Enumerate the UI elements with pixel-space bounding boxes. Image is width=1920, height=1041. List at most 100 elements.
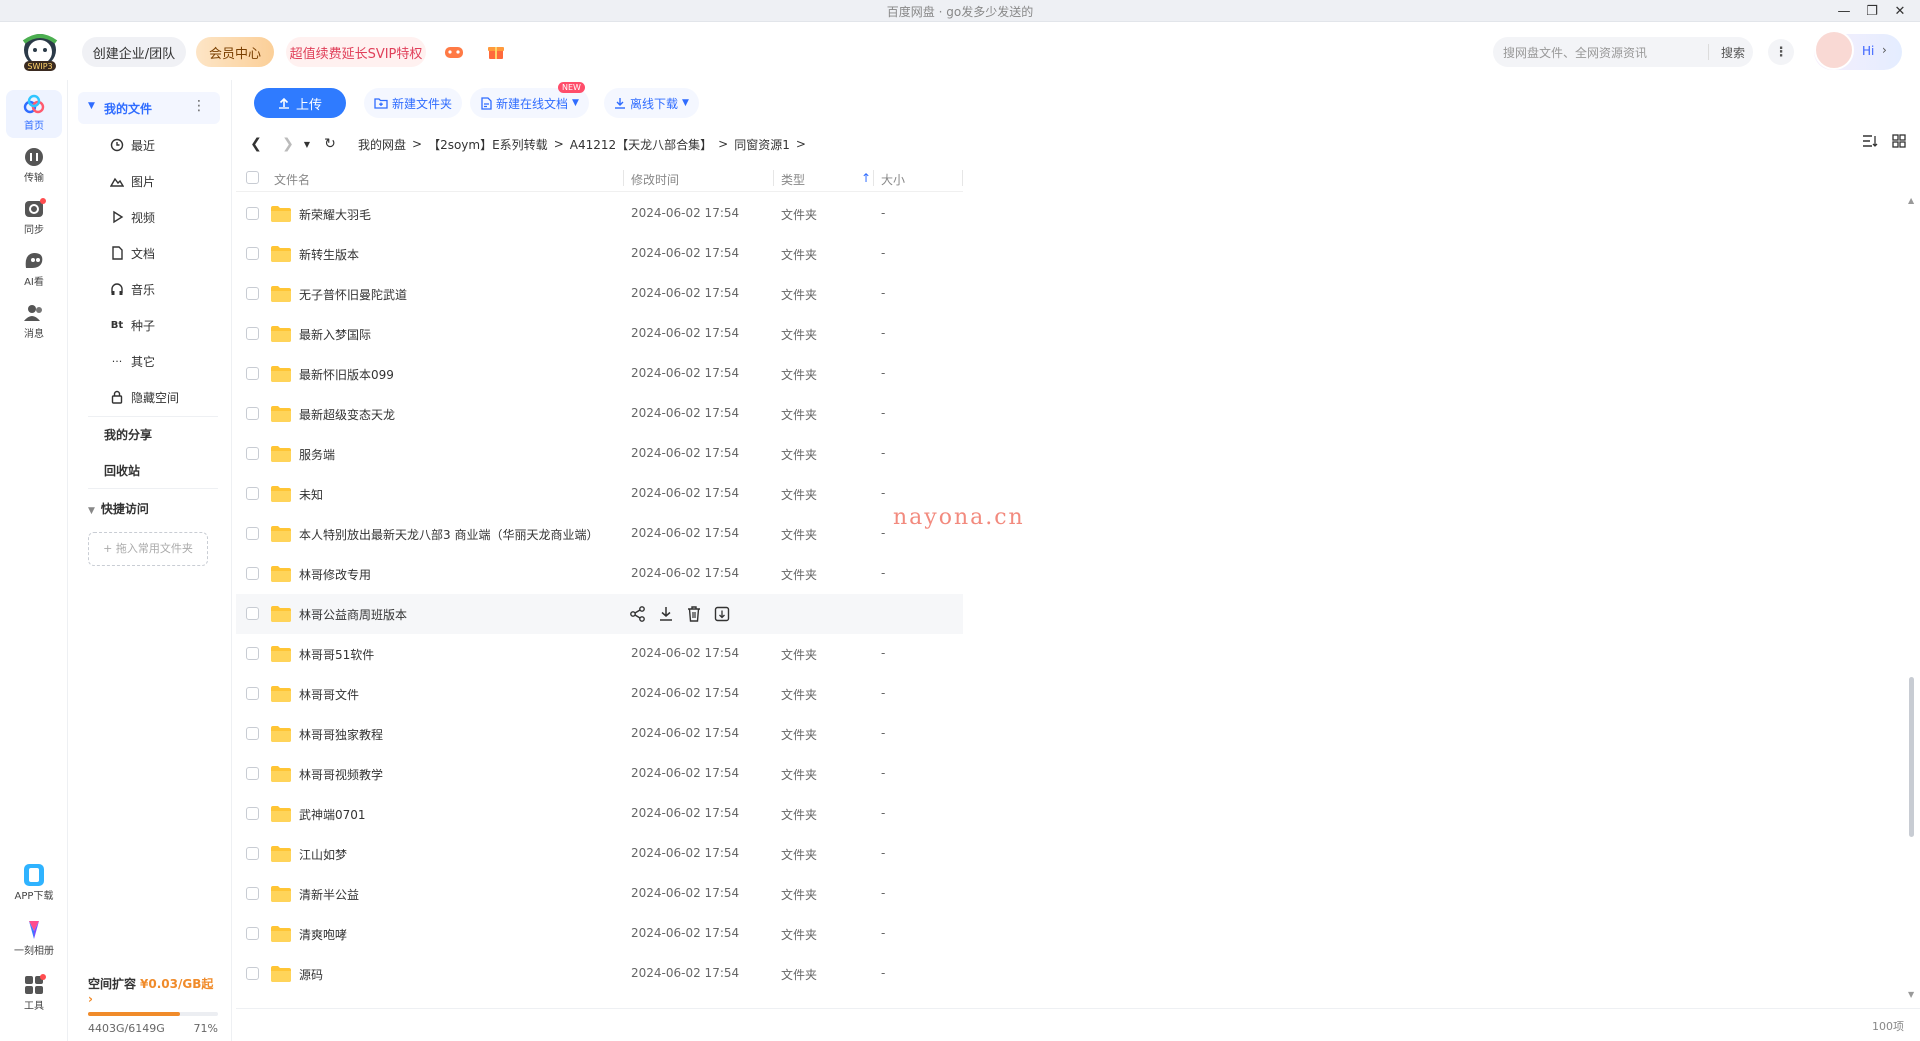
row-checkbox[interactable] <box>246 607 259 620</box>
file-name[interactable]: 武神端0701 <box>299 806 366 823</box>
back-arrow-icon[interactable]: ❮ <box>244 136 268 152</box>
row-checkbox[interactable] <box>246 647 259 660</box>
delete-icon[interactable] <box>685 605 703 623</box>
svip-promo-button[interactable]: 超值续费延长SVIP特权 <box>286 37 426 67</box>
gift-icon[interactable] <box>486 44 506 60</box>
row-checkbox[interactable] <box>246 367 259 380</box>
file-name[interactable]: 新荣耀大羽毛 <box>299 206 371 223</box>
user-profile[interactable]: Hi › <box>1814 30 1902 70</box>
rail-item-transfer[interactable]: 传输 <box>6 142 62 190</box>
row-checkbox[interactable] <box>246 207 259 220</box>
column-size[interactable]: 大小 <box>881 171 905 188</box>
table-row[interactable]: 清爽咆哮 2024-06-02 17:54 文件夹 - <box>236 914 963 954</box>
scrollbar-thumb[interactable] <box>1909 677 1914 837</box>
rail-item-app-download[interactable]: APP下载 <box>6 860 62 908</box>
file-name[interactable]: 林哥公益商周班版本 <box>299 606 407 623</box>
download-icon[interactable] <box>657 605 675 623</box>
close-icon[interactable]: ✕ <box>1886 0 1914 22</box>
row-checkbox[interactable] <box>246 327 259 340</box>
refresh-icon[interactable]: ↻ <box>318 136 342 152</box>
nav-item-music[interactable]: 音乐 <box>78 274 220 304</box>
rail-item-ai[interactable]: AI看 <box>6 246 62 294</box>
minimize-icon[interactable]: — <box>1830 0 1858 22</box>
grid-view-icon[interactable] <box>1892 134 1906 148</box>
file-name[interactable]: 林哥哥51软件 <box>299 646 374 663</box>
file-name[interactable]: 无子普怀旧曼陀武道 <box>299 286 407 303</box>
table-row[interactable]: 本人特别放出最新天龙八部3 商业端（华丽天龙商业端） 2024-06-02 17:… <box>236 514 963 554</box>
nav-item-videos[interactable]: 视频 <box>78 202 220 232</box>
column-type[interactable]: 类型 <box>781 171 805 188</box>
row-checkbox[interactable] <box>246 727 259 740</box>
row-checkbox[interactable] <box>246 287 259 300</box>
nav-item-hidden-space[interactable]: 隐藏空间 <box>78 382 220 412</box>
rail-item-home[interactable]: 首页 <box>6 90 62 138</box>
more-icon[interactable] <box>713 605 731 623</box>
table-row[interactable]: 武神端0701 2024-06-02 17:54 文件夹 - <box>236 794 963 834</box>
table-row[interactable]: 林哥哥独家教程 2024-06-02 17:54 文件夹 - <box>236 714 963 754</box>
table-row[interactable]: 林哥哥文件 2024-06-02 17:54 文件夹 - <box>236 674 963 714</box>
table-row[interactable]: 林哥公益商周班版本 <box>236 594 963 634</box>
file-name[interactable]: 最新入梦国际 <box>299 326 371 343</box>
row-checkbox[interactable] <box>246 807 259 820</box>
row-checkbox[interactable] <box>246 447 259 460</box>
restore-icon[interactable]: ❐ <box>1858 0 1886 22</box>
breadcrumb-item[interactable]: 【2soym】E系列转载 <box>428 136 548 153</box>
history-dropdown-icon[interactable]: ▼ <box>300 140 314 149</box>
row-checkbox[interactable] <box>246 407 259 420</box>
row-checkbox[interactable] <box>246 247 259 260</box>
member-center-button[interactable]: 会员中心 <box>196 37 274 67</box>
table-row[interactable]: 江山如梦 2024-06-02 17:54 文件夹 - <box>236 834 963 874</box>
nav-my-files[interactable]: ▼ 我的文件 ⋮ <box>78 92 220 124</box>
file-name[interactable]: 江山如梦 <box>299 846 347 863</box>
rail-item-message[interactable]: 消息 <box>6 298 62 346</box>
breadcrumb-item[interactable]: 同窗资源1 <box>734 136 790 153</box>
file-name[interactable]: 源码 <box>299 966 323 983</box>
file-name[interactable]: 最新超级变态天龙 <box>299 406 395 423</box>
avatar[interactable] <box>1814 30 1854 70</box>
table-row[interactable]: 林哥修改专用 2024-06-02 17:54 文件夹 - <box>236 554 963 594</box>
nav-item-images[interactable]: 图片 <box>78 166 220 196</box>
quick-access-toggle[interactable]: ▼ 快捷访问 <box>88 500 149 517</box>
table-row[interactable]: 最新入梦国际 2024-06-02 17:54 文件夹 - <box>236 314 963 354</box>
search-button[interactable]: 搜索 <box>1721 44 1745 61</box>
baidu-netdisk-svip-logo[interactable]: SWIP3 <box>18 32 62 72</box>
more-menu-icon[interactable]: ⋮ <box>1768 39 1794 65</box>
nav-item-documents[interactable]: 文档 <box>78 238 220 268</box>
file-name[interactable]: 林哥修改专用 <box>299 566 371 583</box>
file-name[interactable]: 林哥哥视频教学 <box>299 766 383 783</box>
breadcrumb-item[interactable]: 我的网盘 <box>358 136 406 153</box>
file-name[interactable]: 林哥哥文件 <box>299 686 359 703</box>
game-icon[interactable] <box>444 44 464 60</box>
search-box[interactable]: 搜网盘文件、全网资源资讯 搜索 <box>1493 37 1753 67</box>
select-all-checkbox[interactable] <box>246 171 259 184</box>
nav-item-torrents[interactable]: Bt 种子 <box>78 310 220 340</box>
row-checkbox[interactable] <box>246 687 259 700</box>
row-checkbox[interactable] <box>246 487 259 500</box>
breadcrumb-item[interactable]: A41212【天龙八部合集】 <box>570 136 712 153</box>
row-checkbox[interactable] <box>246 567 259 580</box>
file-name[interactable]: 未知 <box>299 486 323 503</box>
table-row[interactable]: 未知 2024-06-02 17:54 文件夹 - <box>236 474 963 514</box>
row-checkbox[interactable] <box>246 767 259 780</box>
table-row[interactable]: 最新怀旧版本099 2024-06-02 17:54 文件夹 - <box>236 354 963 394</box>
scroll-down-icon[interactable]: ▼ <box>1908 990 1914 999</box>
sort-ascending-icon[interactable]: ↑ <box>861 171 871 185</box>
file-name[interactable]: 清新半公益 <box>299 886 359 903</box>
chevron-right-icon[interactable]: › <box>1882 43 1887 57</box>
column-name[interactable]: 文件名 <box>274 171 310 188</box>
nav-item-other[interactable]: ··· 其它 <box>78 346 220 376</box>
table-row[interactable]: 林哥哥视频教学 2024-06-02 17:54 文件夹 - <box>236 754 963 794</box>
row-checkbox[interactable] <box>246 847 259 860</box>
table-row[interactable]: 林哥哥51软件 2024-06-02 17:54 文件夹 - <box>236 634 963 674</box>
scroll-up-icon[interactable]: ▲ <box>1908 196 1914 205</box>
row-checkbox[interactable] <box>246 887 259 900</box>
sort-list-icon[interactable] <box>1862 134 1878 148</box>
file-name[interactable]: 清爽咆哮 <box>299 926 347 943</box>
more-options-icon[interactable]: ⋮ <box>192 98 206 114</box>
nav-my-share[interactable]: 我的分享 <box>104 426 152 443</box>
nav-item-recent[interactable]: 最近 <box>78 130 220 160</box>
table-row[interactable]: 无子普怀旧曼陀武道 2024-06-02 17:54 文件夹 - <box>236 274 963 314</box>
row-checkbox[interactable] <box>246 527 259 540</box>
quick-access-drop-zone[interactable]: + 拖入常用文件夹 <box>88 532 208 566</box>
share-icon[interactable] <box>629 605 647 623</box>
